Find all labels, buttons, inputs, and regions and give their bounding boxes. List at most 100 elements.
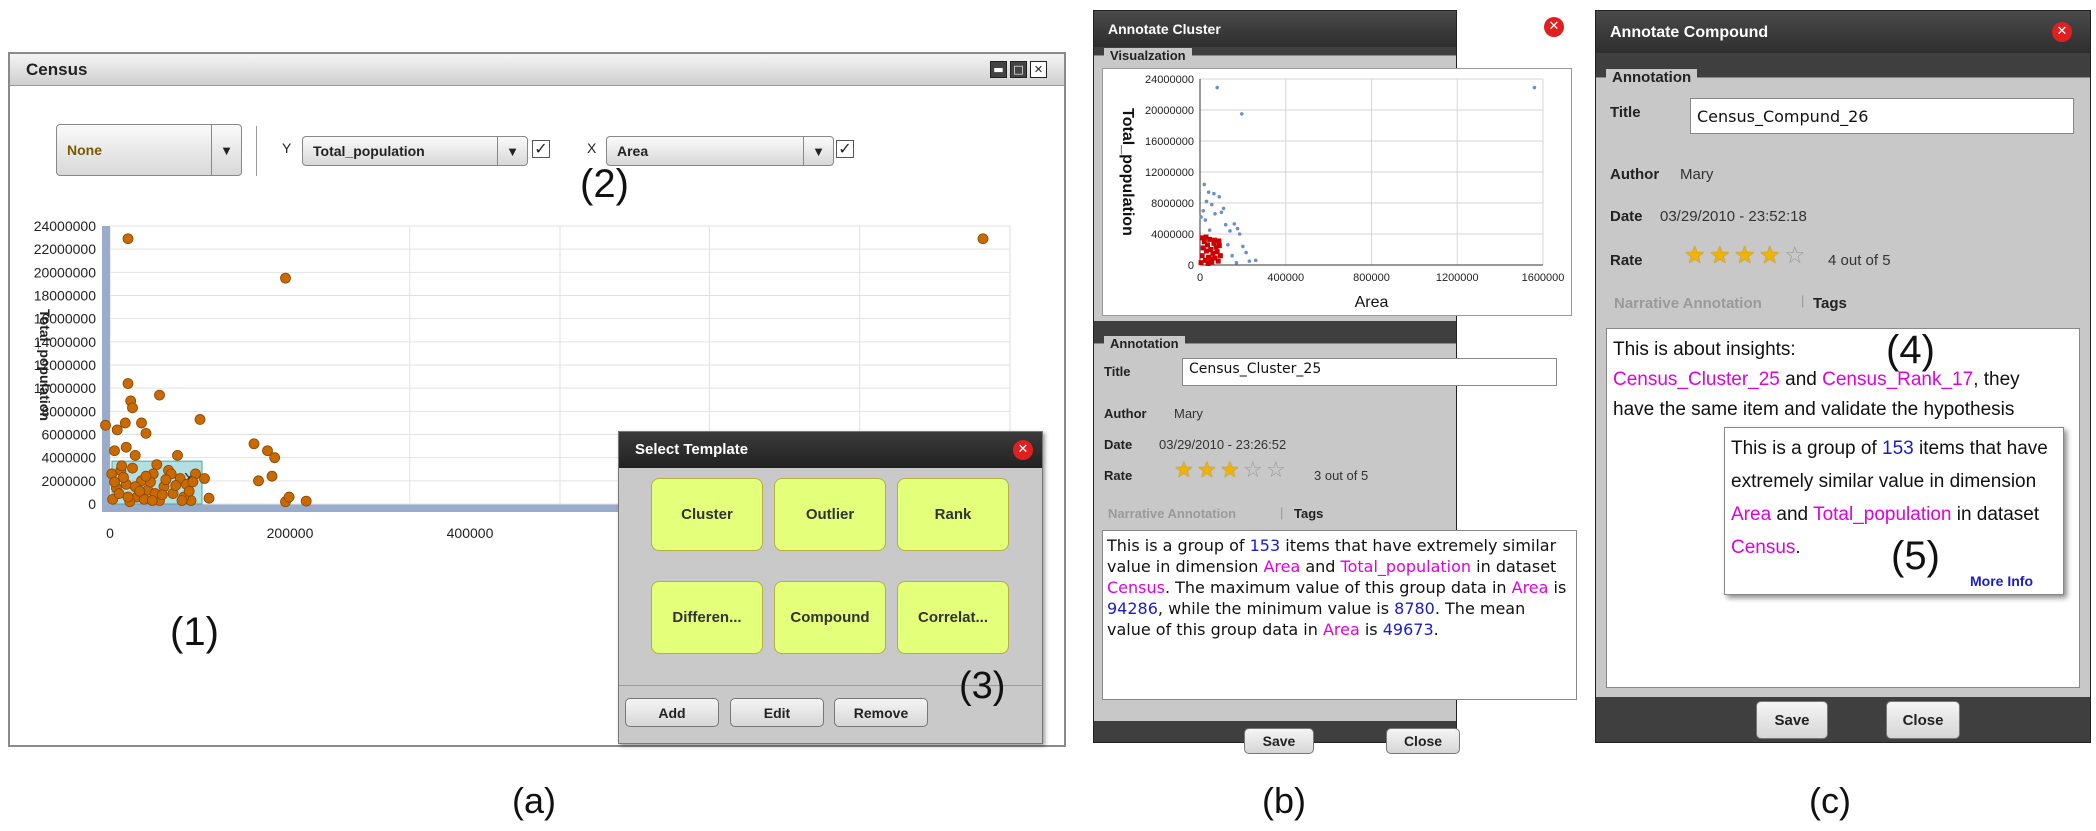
maximize-icon[interactable]: □	[1010, 61, 1027, 78]
select-template-title: Select Template	[635, 441, 749, 458]
narrative-text: in dataset	[1471, 557, 1557, 576]
star-empty-icon[interactable]: ☆	[1784, 243, 1806, 267]
add-button[interactable]: Add	[625, 698, 719, 727]
callout-4: (4)	[1886, 328, 1935, 372]
x-tick-label: 200000	[267, 525, 314, 541]
data-point	[248, 438, 260, 450]
x-tick-label: 0	[106, 525, 114, 541]
highlighted-term: Area	[1263, 557, 1301, 576]
y-tick-label: 8000000	[1151, 198, 1194, 210]
color-by-dropdown[interactable]: None ▼	[56, 124, 242, 176]
data-point	[199, 473, 210, 484]
author-label: Author	[1610, 166, 1660, 183]
data-point	[1244, 250, 1248, 255]
close-button[interactable]: Close	[1886, 701, 1960, 739]
star-filled-icon[interactable]: ★	[1174, 460, 1194, 482]
tab-tags[interactable]: Tags	[1294, 506, 1323, 521]
data-point	[170, 480, 182, 491]
save-button[interactable]: Save	[1244, 728, 1314, 754]
template-outlier-button[interactable]: Outlier	[774, 478, 886, 551]
data-point	[1221, 206, 1226, 211]
x-tick-label: 800000	[1353, 272, 1390, 284]
visualization-section: Visualzation 0 400000 800000 1200000 1600000…	[1094, 48, 1572, 321]
data-point	[151, 459, 163, 471]
data-point	[977, 233, 989, 245]
template-rank-button[interactable]: Rank	[897, 478, 1009, 551]
select-template-titlebar[interactable]: Select Template ✕	[619, 432, 1042, 468]
star-filled-icon[interactable]: ★	[1197, 460, 1217, 482]
narrative-text: , while the minimum value is	[1157, 599, 1395, 618]
close-button[interactable]: Close	[1386, 728, 1460, 754]
template-compound-button[interactable]: Compound	[774, 581, 886, 654]
save-button[interactable]: Save	[1756, 701, 1828, 739]
close-icon[interactable]: ✕	[2052, 22, 2072, 42]
minimize-icon[interactable]: ▬	[990, 61, 1007, 78]
dialog-titlebar[interactable]: Annotate Cluster ✕	[1094, 11, 1564, 47]
tab-tags[interactable]: Tags	[1813, 295, 1847, 312]
data-point	[109, 476, 120, 488]
rating-stars[interactable]: ★ ★ ★ ☆ ☆	[1174, 460, 1289, 486]
data-point	[134, 485, 146, 497]
star-filled-icon[interactable]: ★	[1734, 243, 1756, 267]
x-tick-label: 400000	[1267, 272, 1304, 284]
data-point	[283, 491, 295, 503]
window-titlebar[interactable]: Census ▬ □ ✕	[10, 54, 1064, 86]
star-empty-icon[interactable]: ☆	[1243, 460, 1263, 482]
remove-button[interactable]: Remove	[834, 698, 928, 727]
y-axis-bar	[102, 226, 110, 512]
star-filled-icon[interactable]: ★	[1709, 243, 1731, 267]
y-axis-title: Total_population	[1119, 108, 1136, 236]
more-info-link[interactable]: More Info	[1970, 573, 2033, 589]
mini-chart-frame: 0 400000 800000 1200000 1600000 0 4000000 80000…	[1102, 68, 1572, 316]
x-tick-label: 0	[1197, 272, 1203, 284]
highlighted-point	[1205, 260, 1211, 266]
narrative-text: is	[1548, 578, 1567, 597]
dialog-titlebar[interactable]: Annotate Compound ✕	[1596, 11, 2090, 53]
annotation-legend: Annotation	[1606, 69, 1698, 86]
data-point	[129, 449, 141, 461]
narrative-text-area[interactable]: This is a group of 153 items that have e…	[1102, 530, 1577, 700]
edit-button[interactable]: Edit	[730, 698, 824, 727]
star-empty-icon[interactable]: ☆	[1266, 460, 1286, 482]
close-icon[interactable]: ✕	[1030, 61, 1047, 78]
mini-scatter-chart[interactable]: 0 400000 800000 1200000 16000000400000080000…	[1103, 69, 1573, 317]
data-point	[1226, 243, 1230, 247]
template-difference-button[interactable]: Differen...	[651, 581, 763, 654]
title-field[interactable]: Census_Compund_26	[1690, 98, 2074, 134]
data-point	[1237, 232, 1242, 236]
narrative-text: This is a group of	[1731, 438, 1883, 459]
narrative-line: have the same item and validate the hypo…	[1613, 399, 2015, 420]
insight-link[interactable]: Census_Cluster_25	[1613, 369, 1780, 390]
data-point	[1217, 195, 1222, 199]
data-point	[156, 489, 168, 501]
y-tick-label: 2000000	[41, 473, 96, 489]
rate-label: Rate	[1610, 252, 1643, 269]
tab-narrative-annotation[interactable]: Narrative Annotation	[1108, 506, 1236, 521]
narrative-text: in dataset	[1951, 504, 2040, 525]
x-tick-label: 1200000	[1436, 272, 1479, 284]
y-axis-checkbox[interactable]: ✓	[532, 140, 550, 158]
annotation-section: Annotation Title Census_Compund_26 Autho…	[1596, 69, 2090, 697]
title-field[interactable]: Census_Cluster_25	[1182, 358, 1557, 386]
data-point	[1213, 212, 1217, 216]
x-axis-checkbox[interactable]: ✓	[836, 140, 854, 158]
data-point	[269, 452, 281, 464]
star-filled-icon[interactable]: ★	[1759, 243, 1781, 267]
color-by-value: None	[67, 142, 102, 158]
star-filled-icon[interactable]: ★	[1220, 460, 1240, 482]
close-icon[interactable]: ✕	[1544, 17, 1564, 37]
x-tick-label: 400000	[447, 525, 494, 541]
y-axis-dropdown[interactable]: Total_population ▼	[302, 136, 528, 166]
x-axis-dropdown[interactable]: Area ▼	[606, 136, 834, 166]
data-point	[122, 378, 134, 389]
highlighted-point	[1203, 248, 1209, 254]
template-cluster-button[interactable]: Cluster	[651, 478, 763, 551]
annotate-compound-dialog: Annotate Compound ✕ Annotation Title Cen…	[1595, 10, 2091, 743]
template-correlation-button[interactable]: Correlat...	[897, 581, 1009, 654]
data-point	[1532, 85, 1537, 90]
highlighted-point	[1210, 250, 1216, 256]
close-icon[interactable]: ✕	[1013, 440, 1033, 460]
tab-narrative-annotation[interactable]: Narrative Annotation	[1614, 295, 1762, 312]
rating-stars[interactable]: ★ ★ ★ ★ ☆	[1684, 243, 1814, 272]
star-filled-icon[interactable]: ★	[1684, 243, 1706, 267]
